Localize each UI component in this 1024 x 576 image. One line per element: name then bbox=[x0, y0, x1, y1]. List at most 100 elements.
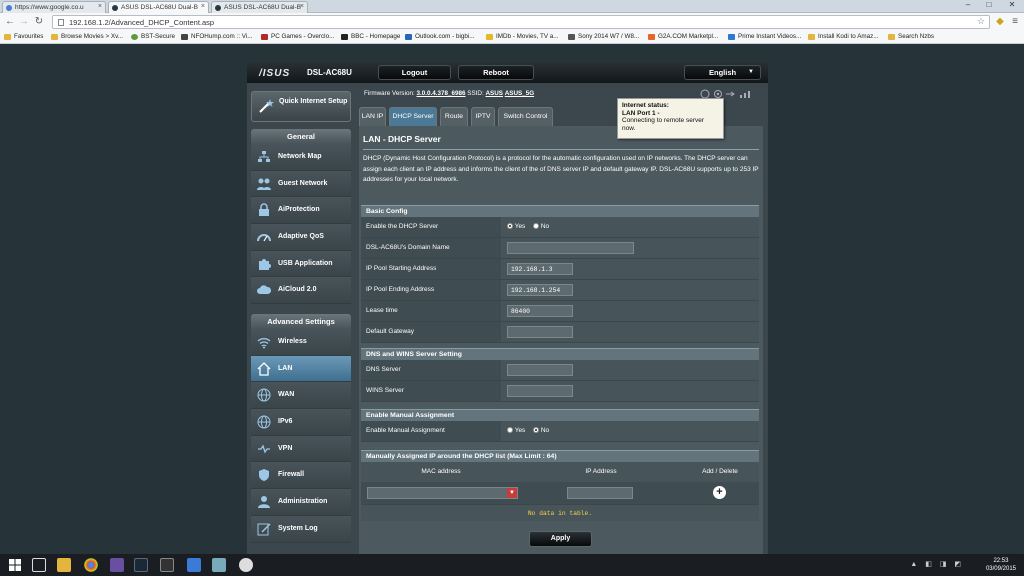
ip-pool-end-input[interactable]: 192.168.1.254 bbox=[507, 284, 573, 296]
close-tab-icon[interactable]: × bbox=[98, 3, 102, 10]
sidebar-item-adaptive-qos[interactable]: Adaptive QoS bbox=[251, 224, 351, 251]
bookmark-star-icon[interactable]: ☆ bbox=[977, 16, 985, 27]
wins-server-input[interactable] bbox=[507, 385, 573, 397]
bookmark-item[interactable]: Install Kodi to Amaz... bbox=[808, 33, 879, 40]
bookmark-item[interactable]: Sony 2014 W7 / W8... bbox=[568, 33, 639, 40]
enable-dhcp-yes-radio[interactable]: Yes bbox=[507, 223, 525, 230]
app-icon[interactable] bbox=[212, 558, 226, 572]
google-favicon-icon bbox=[6, 5, 12, 11]
bookmark-item[interactable]: NFOHump.com :: Vi... bbox=[181, 33, 252, 40]
sidebar-item-lan[interactable]: LAN bbox=[251, 355, 351, 383]
bookmark-item[interactable]: BBC - Homepage bbox=[341, 33, 400, 40]
wins-server-row: WINS Server bbox=[361, 381, 759, 402]
address-bar[interactable]: 192.168.1.2/Advanced_DHCP_Content.asp ☆ bbox=[52, 15, 990, 29]
forward-arrow-icon[interactable]: → bbox=[18, 16, 30, 28]
bookmark-item[interactable]: PC Games - Overclo... bbox=[261, 33, 334, 40]
menu-icon[interactable]: ≡ bbox=[1009, 16, 1021, 28]
usb-status-icon[interactable] bbox=[726, 91, 735, 97]
sidebar-item-system-log[interactable]: System Log bbox=[251, 515, 351, 543]
tab-switch-control[interactable]: Switch Control bbox=[498, 107, 553, 126]
model-name: DSL-AC68U bbox=[307, 68, 352, 77]
sidebar-item-firewall[interactable]: Firewall bbox=[251, 462, 351, 490]
close-tab-icon[interactable]: × bbox=[300, 3, 304, 10]
tab-route[interactable]: Route bbox=[440, 107, 468, 126]
system-tray[interactable]: ▲ ◧ ◨ ◩ bbox=[910, 560, 964, 568]
chrome-icon[interactable] bbox=[84, 558, 98, 572]
enable-dhcp-no-radio[interactable]: No bbox=[533, 223, 549, 230]
app-icon[interactable] bbox=[239, 558, 253, 572]
tab-iptv[interactable]: IPTV bbox=[471, 107, 495, 126]
sidebar-item-aiprotection[interactable]: AiProtection bbox=[251, 197, 351, 225]
log-edit-icon bbox=[257, 523, 271, 536]
ip-pool-end-row: IP Pool Ending Address 192.168.1.254 bbox=[361, 280, 759, 301]
browser-tab-asus-active[interactable]: ASUS DSL-AC68U Dual-B × bbox=[108, 1, 209, 13]
close-tab-icon[interactable]: × bbox=[201, 3, 205, 10]
quick-internet-setup-button[interactable]: Quick Internet Setup bbox=[251, 91, 351, 122]
tab-lan-ip[interactable]: LAN IP bbox=[359, 107, 386, 126]
terminal-icon[interactable] bbox=[160, 558, 174, 572]
maximize-icon[interactable]: □ bbox=[981, 0, 997, 10]
extension-icon[interactable]: ◆ bbox=[994, 16, 1006, 28]
browser-tab-asus[interactable]: ASUS DSL-AC68U Dual-B × bbox=[211, 1, 308, 13]
ip-address-input[interactable] bbox=[567, 487, 633, 499]
firmware-version-link[interactable]: 3.0.0.4.378_6986 bbox=[417, 90, 466, 97]
signal-status-icon[interactable] bbox=[740, 91, 750, 98]
default-gateway-input[interactable] bbox=[507, 326, 573, 338]
bookmark-item[interactable]: Prime Instant Videos... bbox=[728, 33, 801, 40]
minimize-icon[interactable]: – bbox=[960, 0, 976, 10]
bookmark-item[interactable]: Outlook.com - bigbi... bbox=[405, 33, 475, 40]
close-window-icon[interactable]: ✕ bbox=[1004, 0, 1020, 10]
manual-assignment-no-radio[interactable]: No bbox=[533, 427, 549, 434]
manual-assignment-yes-radio[interactable]: Yes bbox=[507, 427, 525, 434]
sidebar-item-wan[interactable]: WAN bbox=[251, 382, 351, 410]
sidebar-item-administration[interactable]: Administration bbox=[251, 489, 351, 516]
sidebar-item-usb-application[interactable]: USB Application bbox=[251, 250, 351, 278]
mac-address-select[interactable]: ▼ bbox=[367, 487, 518, 499]
sidebar-item-wireless[interactable]: Wireless bbox=[251, 329, 351, 356]
sidebar-item-guest-network[interactable]: Guest Network bbox=[251, 170, 351, 198]
back-arrow-icon[interactable]: ← bbox=[4, 16, 16, 28]
steam-icon[interactable] bbox=[134, 558, 148, 572]
domain-name-input[interactable] bbox=[507, 242, 634, 254]
bookmark-item[interactable]: Favourites bbox=[4, 33, 43, 40]
clock[interactable]: 22:53 03/09/2015 bbox=[986, 557, 1016, 573]
chevron-down-icon: ▼ bbox=[507, 488, 517, 498]
sidebar-item-vpn[interactable]: VPN bbox=[251, 435, 351, 463]
bookmark-item[interactable]: G2A.COM Marketpl... bbox=[648, 33, 718, 40]
general-section-header: General bbox=[251, 129, 351, 144]
gear-status-icon[interactable] bbox=[714, 90, 722, 98]
add-entry-icon[interactable]: + bbox=[713, 486, 726, 499]
logout-button[interactable]: Logout bbox=[378, 65, 451, 80]
app-icon[interactable] bbox=[110, 558, 124, 572]
dns-server-input[interactable] bbox=[507, 364, 573, 376]
language-select[interactable]: English ▼ bbox=[684, 65, 761, 80]
internet-status-tooltip: Internet status: LAN Port 1 - Connecting… bbox=[617, 98, 724, 139]
router-page: /ISUS DSL-AC68U Logout Reboot English ▼ … bbox=[0, 44, 1024, 554]
windows-start-icon[interactable] bbox=[8, 558, 22, 572]
bookmark-item[interactable]: Search Nzbs bbox=[888, 33, 934, 40]
sidebar-item-ipv6[interactable]: IPv6 bbox=[251, 409, 351, 436]
browser-tab-google[interactable]: https://www.google.co.u × bbox=[2, 1, 106, 13]
globe-status-icon[interactable] bbox=[700, 89, 710, 99]
sidebar-item-network-map[interactable]: Network Map bbox=[251, 144, 351, 171]
file-explorer-icon[interactable] bbox=[57, 558, 71, 572]
tab-dhcp-server[interactable]: DHCP Server bbox=[389, 107, 437, 126]
bookmark-item[interactable]: BST-Secure bbox=[131, 33, 175, 40]
mail-icon[interactable] bbox=[187, 558, 201, 572]
ssid-5g-link[interactable]: ASUS_5G bbox=[505, 90, 534, 97]
lease-time-input[interactable]: 86400 bbox=[507, 305, 573, 317]
sidebar-item-aicloud[interactable]: AiCloud 2.0 bbox=[251, 277, 351, 305]
reload-icon[interactable]: ↻ bbox=[33, 16, 45, 28]
ssid-link[interactable]: ASUS bbox=[485, 90, 503, 97]
reboot-button[interactable]: Reboot bbox=[458, 65, 534, 80]
ip-pool-start-input[interactable]: 192.168.1.3 bbox=[507, 263, 573, 275]
bookmark-item[interactable]: Browse Movies > Xv... bbox=[51, 33, 123, 40]
task-view-icon[interactable] bbox=[32, 558, 46, 572]
bookmark-item[interactable]: IMDb - Movies, TV a... bbox=[486, 33, 559, 40]
dns-server-row: DNS Server bbox=[361, 360, 759, 381]
speedometer-icon bbox=[257, 234, 271, 242]
manual-ip-list-header: Manually Assigned IP around the DHCP lis… bbox=[361, 450, 759, 462]
apply-button[interactable]: Apply bbox=[529, 531, 592, 547]
network-map-icon bbox=[258, 151, 270, 162]
basic-config-table: Basic Config Enable the DHCP Server Yes … bbox=[361, 205, 759, 343]
